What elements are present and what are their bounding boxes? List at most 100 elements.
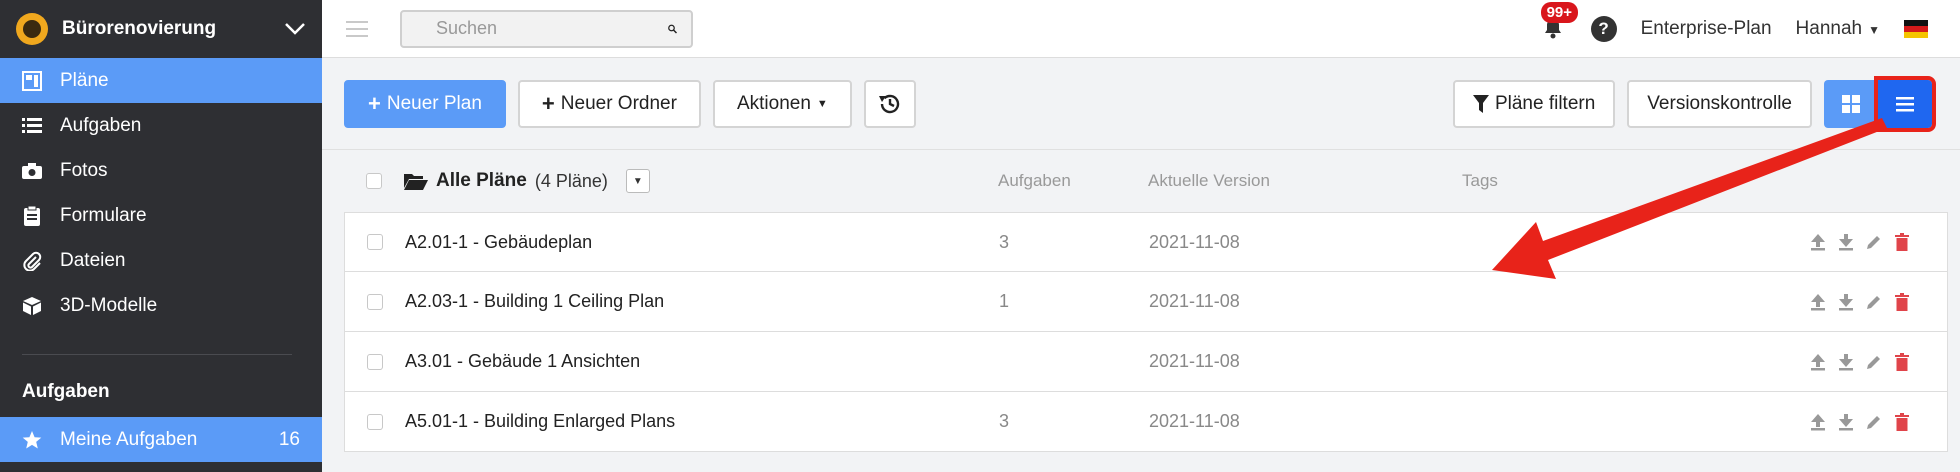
paperclip-icon xyxy=(22,251,42,271)
version-control-label: Versionskontrolle xyxy=(1647,92,1792,114)
table-row[interactable]: A2.01-1 - Gebäudeplan 3 2021-11-08 xyxy=(344,212,1948,272)
search-icon[interactable] xyxy=(668,20,677,38)
new-plan-label: Neuer Plan xyxy=(386,92,482,114)
column-header-tasks[interactable]: Aufgaben xyxy=(998,171,1148,191)
delete-trash-icon[interactable] xyxy=(1893,292,1911,311)
project-logo-icon xyxy=(16,13,48,45)
grid-view-button[interactable] xyxy=(1824,79,1878,128)
edit-pencil-icon[interactable] xyxy=(1865,353,1883,371)
list-view-button[interactable] xyxy=(1874,75,1936,132)
sidebar-item-plaene[interactable]: Pläne xyxy=(0,58,322,103)
project-switcher[interactable]: Bürorenovierung xyxy=(0,0,322,58)
history-icon xyxy=(878,94,899,113)
plan-version: 2021-11-08 xyxy=(1149,411,1240,431)
upload-icon[interactable] xyxy=(1809,293,1827,311)
table-row[interactable]: A3.01 - Gebäude 1 Ansichten 2021-11-08 xyxy=(344,332,1948,392)
plans-table: Alle Pläne (4 Pläne) ▼ Aufgaben Aktuelle… xyxy=(344,150,1948,452)
column-header-version[interactable]: Aktuelle Version xyxy=(1148,171,1462,191)
star-icon xyxy=(22,430,42,450)
user-name: Hannah xyxy=(1795,17,1863,39)
download-icon[interactable] xyxy=(1837,293,1855,311)
plan-name[interactable]: A2.03-1 - Building 1 Ceiling Plan xyxy=(405,291,999,312)
new-plan-button[interactable]: + Neuer Plan xyxy=(344,79,506,128)
plus-icon: + xyxy=(368,90,381,116)
row-checkbox[interactable] xyxy=(367,353,383,370)
caret-down-icon: ▼ xyxy=(816,97,828,110)
sidebar-item-label: Dateien xyxy=(60,249,126,271)
german-flag-icon[interactable] xyxy=(1904,19,1928,38)
plans-icon xyxy=(22,70,42,91)
sidebar-item-dateien[interactable]: Dateien xyxy=(0,238,322,283)
new-folder-button[interactable]: + Neuer Ordner xyxy=(517,79,701,128)
cube-icon xyxy=(22,296,42,316)
project-name: Bürorenovierung xyxy=(62,18,217,39)
search-box[interactable] xyxy=(400,9,693,48)
sidebar-item-label: Pläne xyxy=(60,69,109,91)
new-folder-label: Neuer Ordner xyxy=(560,92,677,114)
edit-pencil-icon[interactable] xyxy=(1865,413,1883,431)
edit-pencil-icon[interactable] xyxy=(1865,233,1883,251)
column-header-tags[interactable]: Tags xyxy=(1462,171,1948,191)
row-checkbox[interactable] xyxy=(367,234,383,250)
task-count: 16 xyxy=(278,428,300,450)
sidebar-item-label: Aufgaben xyxy=(60,114,142,136)
folder-dropdown-button[interactable]: ▼ xyxy=(625,169,650,193)
table-row[interactable]: A5.01-1 - Building Enlarged Plans 3 2021-1… xyxy=(344,392,1948,452)
plan-link[interactable]: Enterprise-Plan xyxy=(1641,18,1772,40)
table-row[interactable]: A2.03-1 - Building 1 Ceiling Plan 1 2021-1… xyxy=(344,272,1948,332)
grid-icon xyxy=(1842,94,1860,113)
notifications-button[interactable]: 99+ xyxy=(1540,1,1579,42)
plan-name[interactable]: A5.01-1 - Building Enlarged Plans xyxy=(405,411,999,432)
sidebar-item-formulare[interactable]: Formulare xyxy=(0,193,322,238)
plan-version: 2021-11-08 xyxy=(1149,231,1240,252)
plus-icon: + xyxy=(541,90,555,116)
sidebar-item-label: Fotos xyxy=(60,159,108,181)
sidebar-item-label: Meine Aufgaben xyxy=(60,428,198,450)
topbar: 99+ ? Enterprise-Plan Hannah ▼ xyxy=(322,0,1960,58)
filter-plans-button[interactable]: Pläne filtern xyxy=(1452,79,1616,128)
upload-icon[interactable] xyxy=(1809,413,1827,431)
download-icon[interactable] xyxy=(1837,413,1855,431)
actions-label: Aktionen xyxy=(736,92,811,114)
menu-toggle-icon[interactable] xyxy=(346,20,368,37)
delete-trash-icon[interactable] xyxy=(1893,233,1911,251)
actions-dropdown[interactable]: Aktionen ▼ xyxy=(712,79,852,128)
delete-trash-icon[interactable] xyxy=(1893,352,1911,371)
row-checkbox[interactable] xyxy=(367,413,383,430)
version-control-button[interactable]: Versionskontrolle xyxy=(1627,79,1812,128)
plan-task-count: 3 xyxy=(999,231,1010,252)
download-icon[interactable] xyxy=(1837,353,1855,371)
history-button[interactable] xyxy=(863,79,916,128)
upload-icon[interactable] xyxy=(1809,233,1827,251)
plan-task-count: 1 xyxy=(999,291,1010,311)
search-input[interactable] xyxy=(436,18,668,39)
folder-open-icon xyxy=(404,174,428,190)
sidebar-item-label: Formulare xyxy=(60,204,147,226)
plan-version: 2021-11-08 xyxy=(1149,351,1240,371)
plan-version: 2021-11-08 xyxy=(1149,291,1240,311)
plan-name[interactable]: A3.01 - Gebäude 1 Ansichten xyxy=(405,351,999,372)
sidebar-item-aufgaben[interactable]: Aufgaben xyxy=(0,103,322,148)
sidebar-section-title: Aufgaben xyxy=(22,381,110,402)
sidebar-item-3d-modelle[interactable]: 3D-Modelle xyxy=(0,283,322,328)
sidebar-item-label: 3D-Modelle xyxy=(60,294,158,316)
list-lines-icon xyxy=(1896,96,1914,111)
sidebar-item-meine-aufgaben[interactable]: Meine Aufgaben 16 xyxy=(0,417,322,462)
notification-badge: 99+ xyxy=(1540,1,1579,23)
filter-label: Pläne filtern xyxy=(1494,92,1596,114)
download-icon[interactable] xyxy=(1837,233,1855,251)
list-icon xyxy=(22,116,42,136)
row-checkbox[interactable] xyxy=(367,293,383,310)
user-menu[interactable]: Hannah ▼ xyxy=(1796,18,1880,40)
view-toggle xyxy=(1824,75,1936,132)
plan-task-count: 3 xyxy=(999,411,1010,431)
sidebar-item-fotos[interactable]: Fotos xyxy=(0,148,322,193)
folder-count: (4 Pläne) xyxy=(534,170,608,191)
edit-pencil-icon[interactable] xyxy=(1865,293,1883,311)
upload-icon[interactable] xyxy=(1809,353,1827,371)
select-all-checkbox[interactable] xyxy=(366,173,382,189)
delete-trash-icon[interactable] xyxy=(1893,412,1911,431)
plan-name[interactable]: A2.01-1 - Gebäudeplan xyxy=(405,232,999,253)
sidebar: Bürorenovierung Pläne Aufgaben Fotos For… xyxy=(0,0,322,472)
help-icon[interactable]: ? xyxy=(1590,15,1617,42)
